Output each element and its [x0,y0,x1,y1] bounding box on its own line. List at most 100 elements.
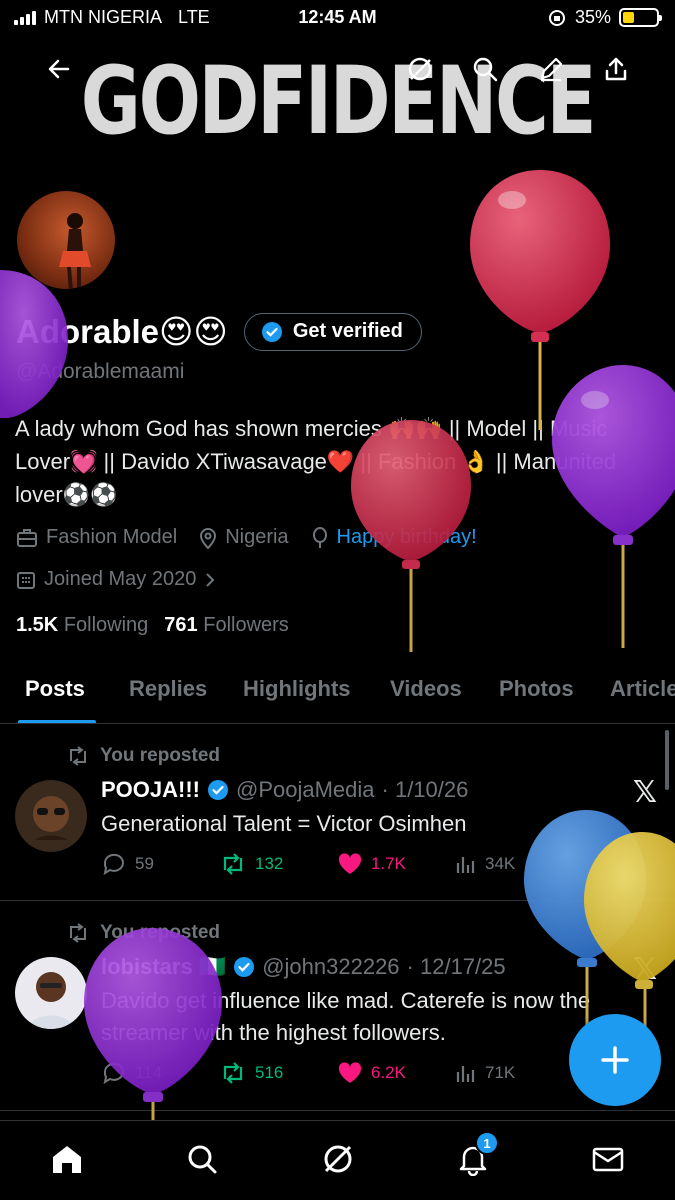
bottom-nav: 1 [0,1120,675,1200]
repost-label: You reposted [100,745,220,766]
profile-avatar[interactable] [14,188,118,292]
reply-button[interactable]: 59 [101,852,219,876]
views-button[interactable]: 34K [455,853,573,875]
share-button[interactable] [597,50,635,88]
location-text: Nigeria [225,526,289,548]
home-icon [53,1146,81,1173]
post-author-avatar[interactable] [15,780,87,852]
post-text: Generational Talent = Victor Osimhen [101,811,467,836]
orientation-lock-icon [548,9,565,26]
display-name-text: Adorable [16,313,160,350]
post-author-name[interactable]: POOJA!!! [101,777,200,803]
like-button[interactable]: 1.7K [337,852,455,876]
author-photo [15,780,87,852]
profile-birthday[interactable]: Happy birthday! [311,526,477,549]
nav-grok[interactable] [318,1139,358,1179]
repost-label: You reposted [100,922,220,943]
followers-label: Followers [203,614,289,636]
views-button[interactable]: 71K [455,1062,573,1084]
views-icon [456,857,475,873]
post-author-name[interactable]: lobistars 🇳🇬 [101,954,226,980]
calendar-icon [17,571,35,589]
heart-icon [338,1062,362,1083]
reply-icon [103,853,124,876]
grok-icon [324,1145,352,1173]
nav-home[interactable] [47,1139,87,1179]
grok-icon [408,57,432,81]
search-icon [473,57,498,82]
verified-badge-icon [261,321,282,342]
post-date: · 1/10/26 [381,777,469,802]
display-name: Adorable😍😍 [16,312,228,351]
view-count: 71K [485,1063,516,1082]
search-icon [188,1145,217,1174]
tab-photos[interactable]: Photos [499,676,574,702]
repost-indicator: You reposted [66,922,220,944]
balloon-red-top [470,170,610,430]
compose-post-button[interactable] [569,1014,661,1106]
scrollbar[interactable] [665,730,669,790]
get-verified-button[interactable]: Get verified [243,312,422,351]
post-author-handle[interactable]: @PoojaMedia [236,777,375,803]
tab-articles[interactable]: Articles [610,676,675,702]
repost-indicator: You reposted [66,745,220,767]
reply-count: 114 [135,1063,163,1082]
like-button[interactable]: 6.2K [337,1061,455,1085]
following-count: 1.5K [16,614,59,636]
share-icon [605,57,627,81]
repost-count: 516 [255,1063,284,1082]
tab-replies[interactable]: Replies [129,676,207,702]
banner-title: GODFIDENCE [80,47,597,156]
grok-button[interactable] [401,50,439,88]
repost-button[interactable]: 516 [219,1062,337,1084]
repost-button[interactable]: 132 [219,853,337,875]
followers-link[interactable]: 761 Followers [164,614,289,637]
active-tab-indicator [18,720,96,723]
heart-icon [338,853,362,874]
joined-text: Joined May 2020 [44,568,197,590]
birthday-link[interactable]: Happy birthday! [337,526,477,549]
profile-tabs: Posts Replies Highlights Videos Photos A… [0,662,675,724]
tab-videos[interactable]: Videos [390,676,462,702]
pencil-icon [540,57,563,82]
nav-messages[interactable] [588,1139,628,1179]
category-text: Fashion Model [46,526,178,548]
post-author-avatar[interactable] [15,957,87,1029]
get-verified-label: Get verified [292,320,403,342]
profile-category: Fashion Model [16,526,177,549]
repost-icon [70,746,86,766]
joined-date[interactable]: Joined May 2020 [16,568,216,591]
battery-icon [619,8,662,27]
display-name-emoji: 😍😍 [159,313,228,350]
post-author-handle[interactable]: @john322226 [262,954,399,980]
following-link[interactable]: 1.5K Following [16,614,148,637]
reply-count: 59 [135,854,154,873]
arrow-left-icon [48,59,70,79]
avatar-photo [59,213,91,289]
tab-highlights[interactable]: Highlights [243,676,351,702]
back-button[interactable] [40,50,78,88]
nav-notifications[interactable]: 1 [453,1131,499,1179]
reply-button[interactable]: 114 [101,1061,219,1085]
tab-posts[interactable]: Posts [25,676,85,702]
verified-badge-icon [208,780,228,800]
status-bar: MTN NIGERIA LTE 12:45 AM 35% [0,0,675,36]
edit-profile-button[interactable] [532,50,570,88]
chevron-right-icon [206,572,215,587]
following-label: Following [63,614,149,636]
verified-badge-icon [234,957,255,977]
post-divider [0,900,675,901]
repost-icon [70,923,86,943]
balloon-icon [312,526,327,548]
notification-badge: 1 [475,1131,499,1155]
x-logo-icon: 𝕏 [632,775,657,810]
nav-search[interactable] [182,1139,222,1179]
repost-count: 132 [255,854,284,873]
search-button[interactable] [466,50,504,88]
view-count: 34K [485,854,516,873]
x-logo-icon: 𝕏 [632,952,657,987]
followers-count: 761 [164,614,198,636]
battery-percent: 35% [574,7,611,27]
like-count: 1.7K [371,854,406,873]
profile-bio: A lady whom God has shown mercies 🙌🙌 || … [15,416,617,507]
